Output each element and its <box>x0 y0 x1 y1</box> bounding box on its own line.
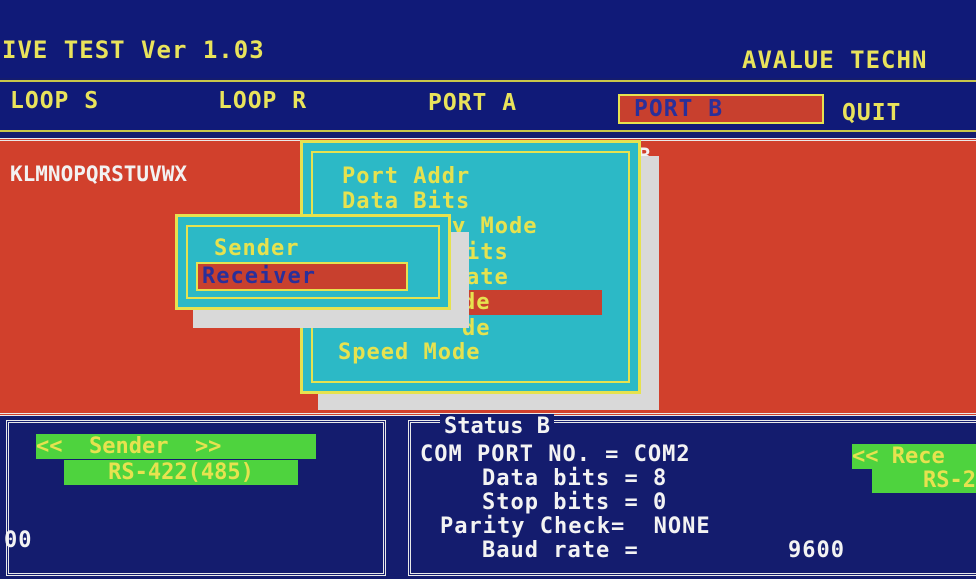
menu-item-port-a[interactable]: PORT A <box>428 90 517 116</box>
com-port-line: COM PORT NO. = COM2 <box>420 442 691 467</box>
menu-item-port-addr[interactable]: Port Addr <box>342 164 470 189</box>
menu-item-baud-rate[interactable]: ate <box>466 265 509 290</box>
menu-item-loop-s[interactable]: LOOP S <box>10 88 99 114</box>
menu-item-speed-mode[interactable]: Speed Mode <box>338 340 480 365</box>
menu-item-data-bits[interactable]: Data Bits <box>342 189 470 214</box>
sender-mode-label: << Sender >> <box>36 434 316 459</box>
sender-partial-value: 00 <box>4 528 33 553</box>
menu-item-parity-mode[interactable]: y Mode <box>452 214 537 239</box>
stop-bits-line: Stop bits = 0 <box>482 490 668 515</box>
company-name: AVALUE TECHN <box>742 46 928 74</box>
data-pattern-line: KLMNOPQRSTUVWX <box>10 162 188 186</box>
receiver-mode-label: << Rece <box>852 444 976 469</box>
sender-interface-label: RS-422(485) <box>64 460 298 485</box>
dos-test-screen: IVE TEST Ver 1.03 AVALUE TECHN LOOP S LO… <box>0 0 976 579</box>
submenu-item-sender[interactable]: Sender <box>214 236 299 261</box>
submenu-item-receiver[interactable]: Receiver <box>196 262 408 291</box>
parity-line: Parity Check= NONE <box>440 514 711 539</box>
status-title: Status B <box>440 414 554 439</box>
baud-rate-value: 9600 <box>788 538 845 563</box>
app-title: IVE TEST Ver 1.03 <box>2 36 265 64</box>
data-bits-line: Data bits = 8 <box>482 466 668 491</box>
menu-item-mode[interactable]: de <box>462 316 491 341</box>
menu-item-port-b[interactable]: PORT B <box>618 94 824 124</box>
menu-item-mode-selected[interactable]: de <box>452 290 602 315</box>
baud-rate-label: Baud rate = <box>482 538 639 563</box>
menu-item-loop-r[interactable]: LOOP R <box>218 88 307 114</box>
menu-item-quit[interactable]: QUIT <box>842 100 901 126</box>
receiver-interface-label: RS-2 <box>872 468 976 493</box>
menu-item-stop-bits[interactable]: its <box>466 240 509 265</box>
